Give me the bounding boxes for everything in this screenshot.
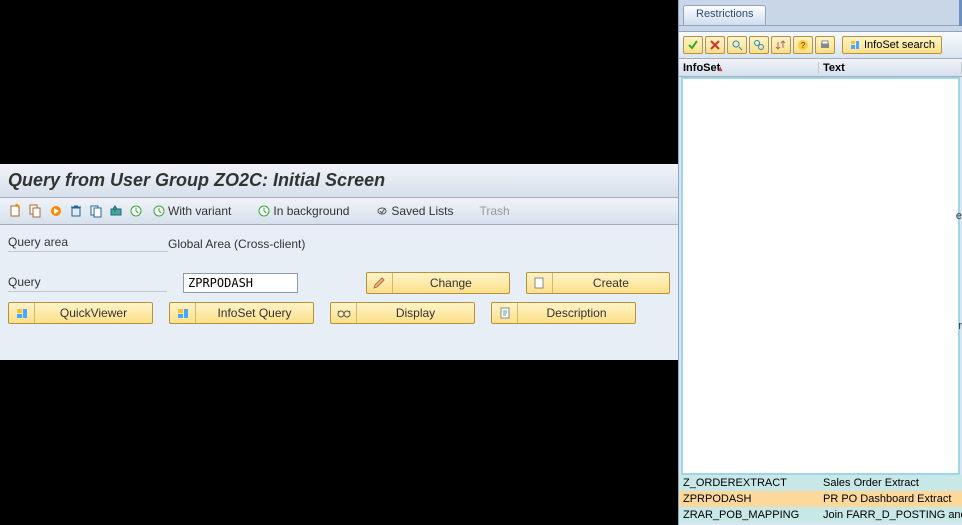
tab-strip: Restrictions — [679, 0, 962, 26]
delete-icon[interactable] — [68, 203, 84, 219]
with-variant-button[interactable]: With variant — [148, 202, 235, 220]
print-button[interactable] — [815, 36, 835, 54]
content-area: Query area Global Area (Cross-client) Qu… — [0, 225, 678, 334]
saved-lists-button[interactable]: Saved Lists — [371, 202, 457, 220]
with-variant-label: With variant — [168, 204, 231, 218]
create-icon[interactable] — [8, 203, 24, 219]
list-row[interactable]: ZRAR_POB_MAPPING Join FARR_D_POSTING and… — [679, 507, 962, 523]
col-text[interactable]: Text — [819, 62, 962, 74]
quickviewer-icon — [9, 303, 35, 323]
help-button[interactable]: ? — [793, 36, 813, 54]
main-panel: Query from User Group ZO2C: Initial Scre… — [0, 164, 678, 360]
infoset-query-icon — [170, 303, 196, 323]
row-text: Join FARR_D_POSTING and MAPPING — [819, 509, 962, 521]
copy-icon[interactable] — [28, 203, 44, 219]
transport-icon[interactable] — [108, 203, 124, 219]
glasses-icon — [331, 303, 357, 323]
row-text: Sales Order Extract — [819, 477, 962, 489]
document-icon — [527, 273, 553, 293]
create-label: Create — [553, 276, 669, 290]
trash-label: Trash — [479, 204, 509, 218]
page-title: Query from User Group ZO2C: Initial Scre… — [8, 170, 670, 191]
toolbar: With variant In background Saved Lists T… — [0, 198, 678, 225]
saved-lists-label: Saved Lists — [391, 204, 453, 218]
in-background-label: In background — [273, 204, 349, 218]
change-button[interactable]: Change — [366, 272, 510, 294]
title-bar: Query from User Group ZO2C: Initial Scre… — [0, 164, 678, 198]
list-body[interactable] — [681, 77, 960, 475]
display-button[interactable]: Display — [330, 302, 475, 324]
tab-restrictions[interactable]: Restrictions — [683, 5, 766, 25]
row-id: ZRAR_POB_MAPPING — [679, 509, 819, 521]
quickviewer-button[interactable]: QuickViewer — [8, 302, 153, 324]
display-label: Display — [357, 306, 474, 320]
infoset-search-label: InfoSet search — [864, 39, 935, 51]
find-button[interactable] — [727, 36, 747, 54]
query-label: Query — [8, 275, 167, 292]
pencil-icon — [367, 273, 393, 293]
quickviewer-label: QuickViewer — [35, 306, 152, 320]
row-id: Z_ORDEREXTRACT — [679, 477, 819, 489]
infoset-query-button[interactable]: InfoSet Query — [169, 302, 314, 324]
change-label: Change — [393, 276, 509, 290]
description-icon — [492, 303, 518, 323]
trash-button: Trash — [475, 202, 513, 220]
description-button[interactable]: Description — [491, 302, 636, 324]
create-button[interactable]: Create — [526, 272, 670, 294]
row-id: ZPRPODASH — [679, 493, 819, 505]
query-area-value: Global Area (Cross-client) — [168, 237, 305, 251]
list-rows: Z_ORDEREXTRACT Sales Order Extract ZPRPO… — [679, 475, 962, 523]
edge-char: e — [956, 210, 962, 222]
row-text: PR PO Dashboard Extract — [819, 493, 962, 505]
check-button[interactable] — [683, 36, 703, 54]
clock-icon[interactable] — [128, 203, 144, 219]
side-panel: Restrictions ? InfoSet search InfoSet▴ T… — [678, 0, 962, 525]
list-header: InfoSet▴ Text — [679, 59, 962, 77]
infoset-search-button[interactable]: InfoSet search — [842, 36, 942, 54]
list-row[interactable]: Z_ORDEREXTRACT Sales Order Extract — [679, 475, 962, 491]
sort-button[interactable] — [771, 36, 791, 54]
find-next-button[interactable] — [749, 36, 769, 54]
col-infoset[interactable]: InfoSet▴ — [679, 62, 819, 74]
mini-toolbar: ? InfoSet search — [679, 32, 962, 59]
query-area-label: Query area — [8, 235, 168, 252]
execute-icon[interactable] — [48, 203, 64, 219]
infoset-search-icon — [849, 39, 861, 51]
description-label: Description — [518, 306, 635, 320]
copy2-icon[interactable] — [88, 203, 104, 219]
svg-text:?: ? — [801, 41, 806, 50]
edge-char: r — [958, 320, 962, 332]
infoset-query-label: InfoSet Query — [196, 306, 313, 320]
query-input[interactable] — [183, 273, 298, 293]
in-background-button[interactable]: In background — [253, 202, 353, 220]
cancel-button[interactable] — [705, 36, 725, 54]
sort-indicator-icon: ▴ — [718, 64, 722, 73]
list-row[interactable]: ZPRPODASH PR PO Dashboard Extract — [679, 491, 962, 507]
